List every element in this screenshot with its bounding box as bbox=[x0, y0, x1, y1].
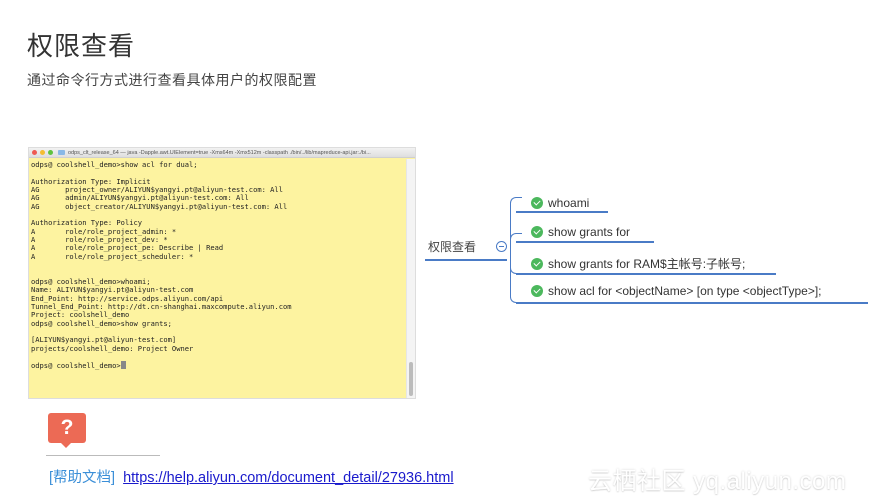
help-divider bbox=[46, 455, 160, 456]
terminal-line: projects/coolshell_demo: Project Owner bbox=[31, 343, 194, 353]
terminal-titlebar: odps_clt_release_64 — java -Dapple.awt.U… bbox=[29, 148, 415, 158]
collapse-icon bbox=[496, 241, 507, 252]
check-icon bbox=[531, 285, 543, 297]
help-doc-label: [帮助文档] bbox=[49, 470, 116, 486]
node-underline-3 bbox=[516, 273, 776, 275]
mind-map-node: show grants for RAM$主帐号:子帐号; bbox=[531, 255, 745, 272]
help-doc-row: [帮助文档] https://help.aliyun.com/document_… bbox=[49, 466, 454, 487]
branch-line-4 bbox=[510, 255, 522, 303]
mind-map-node: show acl for <objectName> [on type <obje… bbox=[531, 284, 822, 298]
terminal-screenshot: odps_clt_release_64 — java -Dapple.awt.U… bbox=[28, 147, 416, 399]
terminal-output: odps@ coolshell_demo>show acl for dual; A… bbox=[29, 159, 406, 398]
node-underline-4 bbox=[516, 302, 868, 304]
folder-icon bbox=[58, 150, 65, 155]
node-underline-1 bbox=[516, 211, 608, 213]
node-label: show acl for <objectName> [on type <obje… bbox=[548, 284, 822, 298]
terminal-line: AG object_creator/ALIYUN$yangyi.pt@aliyu… bbox=[31, 201, 288, 211]
question-icon: ? bbox=[48, 413, 86, 448]
check-icon bbox=[531, 197, 543, 209]
check-icon bbox=[531, 257, 543, 270]
mind-map-node: show grants for bbox=[531, 225, 630, 239]
node-underline-2 bbox=[516, 241, 654, 243]
node-label: show grants for bbox=[548, 225, 631, 239]
terminal-line: odps@ coolshell_demo>show grants; bbox=[31, 318, 172, 328]
check-icon bbox=[531, 226, 543, 238]
page-title: 权限查看 bbox=[27, 32, 136, 62]
mind-map-root: 权限查看 bbox=[428, 240, 477, 254]
minimize-window-icon bbox=[40, 150, 45, 155]
mind-map-node: whoami bbox=[531, 196, 589, 210]
terminal-line: odps@ coolshell_demo>show acl for dual; bbox=[31, 160, 198, 169]
mind-map: 权限查看 whoami show grants for show grants … bbox=[420, 185, 880, 315]
terminal-title: odps_clt_release_64 — java -Dapple.awt.U… bbox=[68, 149, 371, 156]
maximize-window-icon bbox=[48, 150, 53, 155]
help-doc-link[interactable]: https://help.aliyun.com/document_detail/… bbox=[123, 470, 453, 486]
close-window-icon bbox=[32, 150, 37, 155]
terminal-line: odps@ coolshell_demo> bbox=[31, 361, 404, 370]
watermark: 云栖社区 yq.aliyun.com bbox=[588, 468, 847, 495]
node-label: show grants for RAM$主帐号:子帐号; bbox=[548, 257, 746, 271]
mind-map-root-line bbox=[425, 259, 507, 261]
node-label: whoami bbox=[548, 196, 590, 210]
page-subtitle: 通过命令行方式进行查看具体用户的权限配置 bbox=[27, 73, 317, 89]
terminal-scrollbar bbox=[406, 159, 415, 398]
terminal-line: A role/role_project_scheduler: * bbox=[31, 251, 194, 261]
terminal-cursor bbox=[120, 361, 126, 370]
branch-line-2 bbox=[510, 233, 522, 255]
terminal-scroll-thumb bbox=[409, 362, 413, 396]
